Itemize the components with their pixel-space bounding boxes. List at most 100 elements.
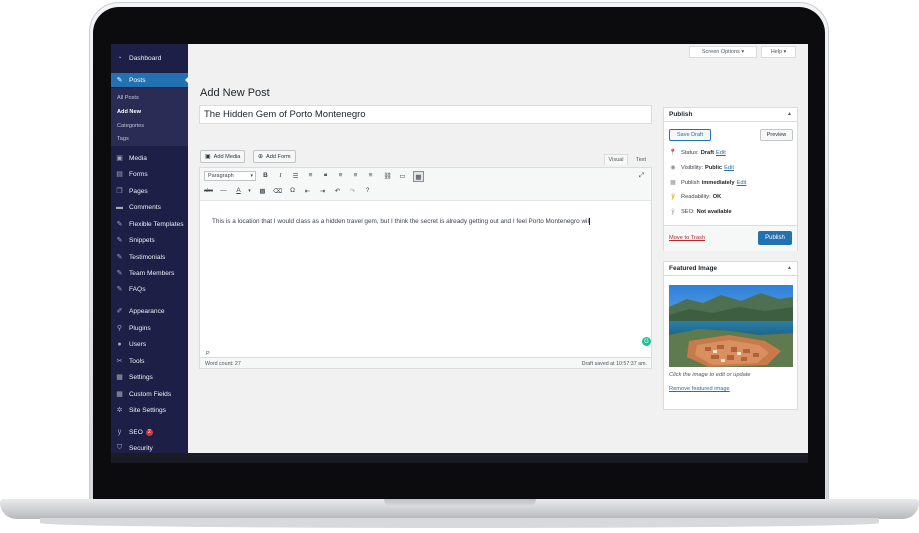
- sidebar-item-media[interactable]: ▣ Media: [111, 151, 188, 165]
- indent-icon[interactable]: ⇥: [318, 186, 327, 195]
- sidebar-item-comments[interactable]: ▬ Comments: [111, 200, 188, 214]
- bullet-list-icon[interactable]: ☰: [291, 171, 300, 180]
- edit-status-link[interactable]: Edit: [716, 150, 726, 156]
- readability-label: Readability:: [681, 194, 711, 200]
- quote-icon[interactable]: ❝: [321, 171, 330, 180]
- pin-icon: 📍: [669, 150, 677, 156]
- publish-box: Publish ▲ Save Draft Preview 📍 Status: Draf…: [663, 107, 798, 251]
- users-icon: ●: [117, 340, 122, 348]
- sidebar-item-forms[interactable]: ▤ Forms: [111, 167, 188, 181]
- text-color-icon[interactable]: A: [234, 186, 243, 195]
- submenu-tags[interactable]: Tags: [117, 136, 129, 142]
- collapse-icon[interactable]: ▲: [787, 111, 792, 117]
- add-form-button[interactable]: ⊕ Add Form: [253, 150, 296, 163]
- sidebar-item-label: Users: [129, 340, 147, 348]
- dashboard-icon: ◔: [117, 54, 122, 62]
- pin-icon: ✎: [116, 286, 123, 293]
- align-left-icon[interactable]: ≡: [336, 171, 345, 180]
- sidebar-item-posts[interactable]: ✎ Posts: [111, 73, 189, 87]
- sidebar-item-label: Media: [129, 154, 147, 162]
- collapse-icon[interactable]: ▲: [787, 265, 792, 271]
- sidebar-item-custom-fields[interactable]: ▦ Custom Fields: [111, 387, 188, 401]
- screen-bottom-edge: [111, 453, 808, 463]
- submenu-categories[interactable]: Categories: [117, 123, 144, 129]
- grammarly-icon[interactable]: G: [642, 337, 651, 346]
- save-draft-button[interactable]: Save Draft: [669, 129, 711, 141]
- format-select[interactable]: Paragraph ▾: [204, 171, 256, 181]
- numbered-list-icon[interactable]: ≡: [306, 171, 315, 180]
- chevron-down-icon[interactable]: ▾: [245, 186, 254, 195]
- sidebar-item-settings[interactable]: ▦ Settings: [111, 370, 188, 384]
- publish-button[interactable]: Publish: [758, 231, 792, 245]
- sidebar-item-pages[interactable]: ❐ Pages: [111, 184, 188, 198]
- sidebar-item-label: Appearance: [129, 307, 165, 315]
- italic-icon[interactable]: I: [276, 171, 285, 180]
- publish-box-header[interactable]: Publish ▲: [664, 108, 797, 122]
- status-value: Draft: [700, 149, 714, 156]
- help-button[interactable]: Help ▾: [761, 46, 796, 58]
- align-center-icon[interactable]: ≡: [351, 171, 360, 180]
- sidebar-item-snippets[interactable]: ✎ Snippets: [111, 233, 188, 247]
- fullscreen-icon[interactable]: ⤢: [637, 171, 646, 180]
- clear-formatting-icon[interactable]: ⌫: [273, 186, 282, 195]
- sidebar-item-label: Plugins: [129, 324, 151, 332]
- edit-visibility-link[interactable]: Edit: [724, 165, 734, 171]
- tab-visual[interactable]: Visual: [604, 154, 628, 165]
- sidebar-item-site-settings[interactable]: ✲ Site Settings: [111, 403, 188, 417]
- sidebar-item-label: FAQs: [129, 285, 146, 293]
- help-icon[interactable]: ?: [363, 186, 372, 195]
- screen-options-button[interactable]: Screen Options ▾: [689, 46, 757, 58]
- sidebar-item-testimonials[interactable]: ✎ Testimonials: [111, 250, 188, 264]
- post-title-input[interactable]: The Hidden Gem of Porto Montenegro: [199, 105, 652, 124]
- align-right-icon[interactable]: ≡: [366, 171, 375, 180]
- sidebar-item-label: Team Members: [129, 269, 175, 277]
- sidebar-item-flexible-templates[interactable]: ✎ Flexible Templates: [111, 217, 188, 231]
- wrench-icon: ✂: [116, 358, 123, 365]
- tab-text[interactable]: Text: [630, 154, 652, 165]
- post-content[interactable]: This is a location that I would class as…: [212, 216, 632, 227]
- sidebar-item-label: Snippets: [129, 236, 155, 244]
- sidebar-item-seo[interactable]: ÿ SEO 2: [111, 425, 188, 439]
- featured-image-title: Featured Image: [669, 265, 718, 272]
- seo-badge: 2: [145, 428, 153, 436]
- featured-image-caption: Click the image to edit or update: [669, 372, 751, 378]
- readability-value: OK: [712, 194, 722, 200]
- sidebar-item-team-members[interactable]: ✎ Team Members: [111, 266, 188, 280]
- special-character-icon[interactable]: Ω: [288, 186, 297, 195]
- featured-image-thumbnail[interactable]: [669, 285, 793, 367]
- horizontal-line-icon[interactable]: —: [219, 186, 228, 195]
- sidebar-item-appearance[interactable]: ✐ Appearance: [111, 304, 188, 318]
- redo-icon[interactable]: ↷: [348, 186, 357, 195]
- publish-label: Publish: [681, 179, 700, 186]
- edit-schedule-link[interactable]: Edit: [737, 180, 747, 186]
- submenu-add-new[interactable]: Add New: [117, 109, 141, 115]
- post-content-text: This is a location that I would class as…: [212, 218, 589, 225]
- bold-icon[interactable]: B: [261, 171, 270, 180]
- format-select-value: Paragraph: [208, 173, 234, 179]
- sidebar-item-plugins[interactable]: ⚲ Plugins: [111, 321, 188, 335]
- sidebar-item-dashboard[interactable]: ◔ Dashboard: [111, 51, 188, 65]
- visibility-label: Visibility:: [681, 164, 704, 171]
- strikethrough-icon[interactable]: abc: [204, 186, 213, 195]
- post-editor: Paragraph ▾ B I ☰ ≡ ❝ ≡ ≡ ≡ ⛓ ▭ ▦ abc — A…: [199, 167, 652, 369]
- link-icon[interactable]: ⛓: [383, 171, 392, 180]
- paste-text-icon[interactable]: ▩: [258, 186, 267, 195]
- toolbar-toggle-icon[interactable]: ▦: [413, 171, 424, 182]
- sidebar-item-tools[interactable]: ✂ Tools: [111, 354, 188, 368]
- add-media-button[interactable]: ▣ Add Media: [200, 150, 246, 163]
- sidebar-item-users[interactable]: ● Users: [111, 337, 188, 351]
- read-more-icon[interactable]: ▭: [398, 171, 407, 180]
- seo-icon: ÿ: [671, 209, 675, 215]
- undo-icon[interactable]: ↶: [333, 186, 342, 195]
- submenu-all-posts[interactable]: All Posts: [117, 95, 139, 101]
- move-to-trash-link[interactable]: Move to Trash: [669, 235, 705, 241]
- remove-featured-image-link[interactable]: Remove featured image: [669, 386, 730, 392]
- featured-image-header[interactable]: Featured Image ▲: [664, 262, 797, 276]
- word-count: Word count: 27: [205, 361, 241, 367]
- admin-sidebar: ◔ Dashboard ✎ Posts All Posts Add New Cate…: [111, 44, 189, 453]
- sidebar-item-faqs[interactable]: ✎ FAQs: [111, 282, 188, 296]
- plugin-icon: ⚲: [116, 325, 123, 332]
- preview-button[interactable]: Preview: [760, 129, 793, 141]
- sidebar-item-security[interactable]: ⛉ Security: [111, 441, 188, 453]
- outdent-icon[interactable]: ⇤: [303, 186, 312, 195]
